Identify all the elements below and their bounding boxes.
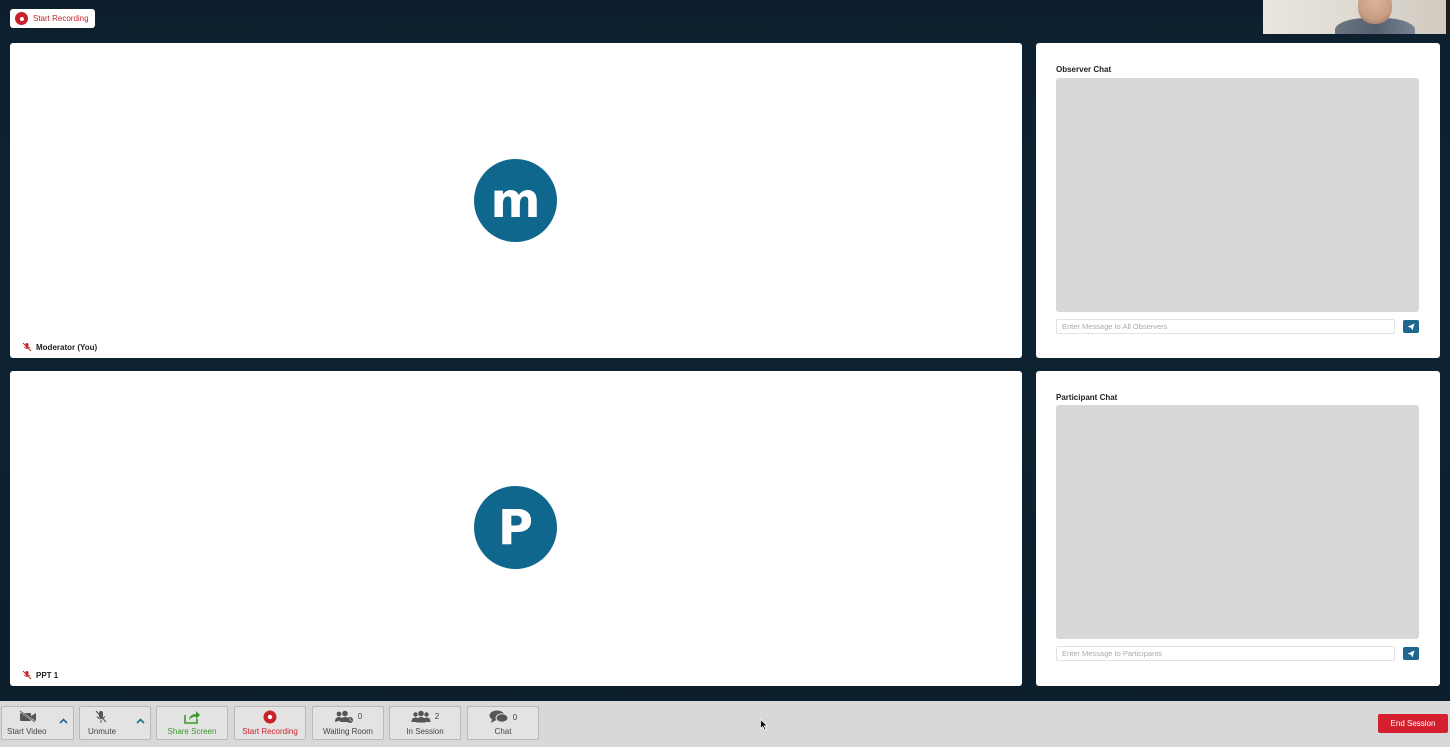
share-screen-icon xyxy=(184,711,200,724)
participant-send-button[interactable] xyxy=(1403,647,1419,660)
mouse-cursor-icon xyxy=(760,719,768,731)
bottom-toolbar: Start Video Unmute Share Screen Start Re… xyxy=(0,701,1450,747)
waiting-room-count: 0 xyxy=(357,712,363,721)
participant-chat-panel: Participant Chat xyxy=(1036,371,1440,686)
chat-icon xyxy=(489,710,509,723)
chevron-up-icon[interactable] xyxy=(136,718,145,724)
self-view-video xyxy=(1263,0,1450,34)
observer-chat-input[interactable] xyxy=(1056,319,1395,334)
mic-off-icon xyxy=(95,710,107,723)
mic-off-icon xyxy=(22,342,32,352)
participant-video-panel: P PPT 1 xyxy=(10,371,1022,686)
chat-button[interactable]: 0 Chat xyxy=(467,706,539,740)
waiting-room-icon xyxy=(334,710,353,723)
start-video-label: Start Video xyxy=(7,727,47,736)
users-icon xyxy=(411,710,431,723)
send-icon xyxy=(1407,650,1415,657)
participant-name: PPT 1 xyxy=(36,670,59,680)
send-icon xyxy=(1407,323,1415,330)
unmute-button[interactable]: Unmute xyxy=(79,706,151,740)
moderator-name-tag: Moderator (You) xyxy=(22,342,97,352)
observer-send-button[interactable] xyxy=(1403,320,1419,333)
observer-chat-panel: Observer Chat xyxy=(1036,43,1440,358)
moderator-avatar: m xyxy=(474,159,557,242)
in-session-button[interactable]: 2 In Session xyxy=(389,706,461,740)
start-video-button[interactable]: Start Video xyxy=(1,706,74,740)
video-off-icon xyxy=(19,710,36,723)
share-screen-button[interactable]: Share Screen xyxy=(156,706,228,740)
start-recording-button[interactable]: Start Recording xyxy=(234,706,306,740)
mic-off-icon xyxy=(22,670,32,680)
participant-chat-title: Participant Chat xyxy=(1056,393,1118,402)
end-session-button[interactable]: End Session xyxy=(1378,714,1448,733)
participant-avatar: P xyxy=(474,486,557,569)
in-session-label: In Session xyxy=(406,727,444,736)
record-icon xyxy=(15,12,28,25)
chevron-up-icon[interactable] xyxy=(59,718,68,724)
self-view-edge xyxy=(1446,0,1450,34)
top-start-recording-button[interactable]: Start Recording xyxy=(10,9,95,28)
participant-name-tag: PPT 1 xyxy=(22,670,58,680)
start-recording-label: Start Recording xyxy=(242,727,298,736)
chat-label: Chat xyxy=(494,727,512,736)
chat-count: 0 xyxy=(512,712,518,722)
top-start-recording-label: Start Recording xyxy=(33,14,89,23)
participant-chat-input[interactable] xyxy=(1056,646,1395,661)
moderator-video-panel: m Moderator (You) xyxy=(10,43,1022,358)
share-screen-label: Share Screen xyxy=(167,727,217,736)
unmute-label: Unmute xyxy=(88,727,117,736)
observer-chat-title: Observer Chat xyxy=(1056,65,1112,74)
record-icon xyxy=(263,710,277,724)
waiting-room-button[interactable]: 0 Waiting Room xyxy=(312,706,384,740)
observer-chat-messages xyxy=(1056,78,1419,312)
moderator-name: Moderator (You) xyxy=(36,342,98,352)
participant-chat-messages xyxy=(1056,405,1419,639)
in-session-count: 2 xyxy=(434,712,440,721)
waiting-room-label: Waiting Room xyxy=(323,727,373,736)
